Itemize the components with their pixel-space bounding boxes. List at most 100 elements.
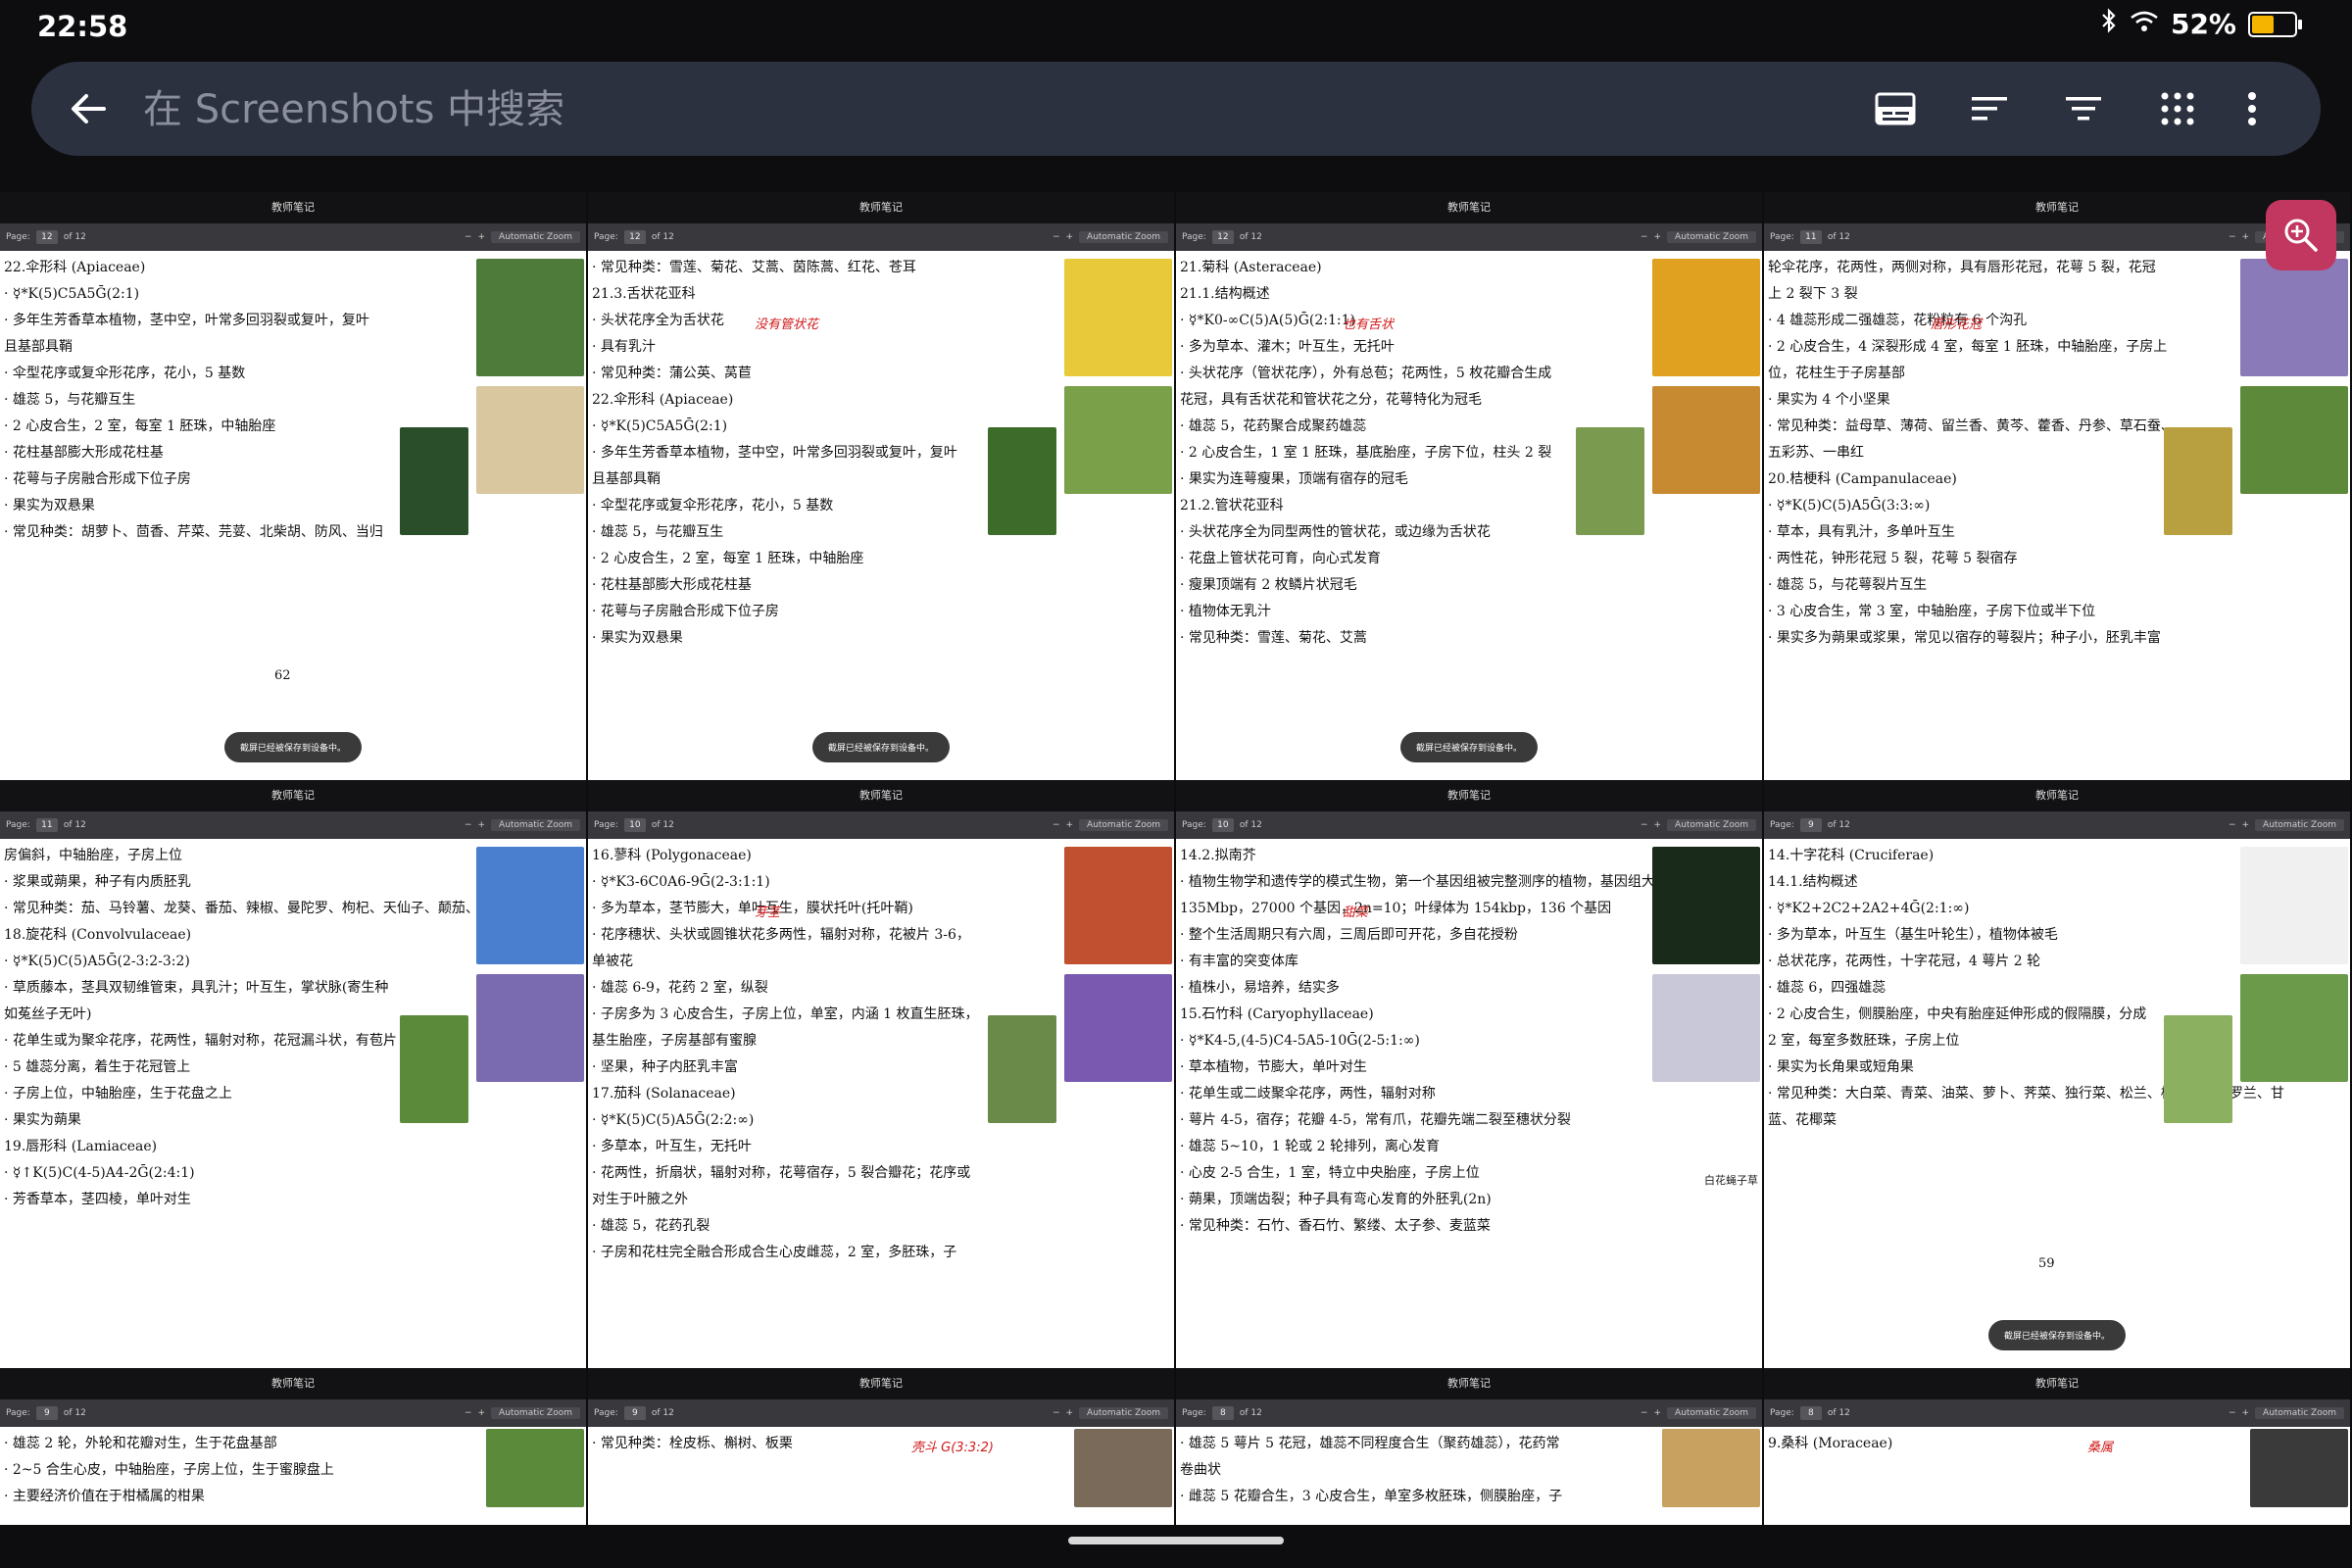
page-label: Page:: [1182, 1408, 1206, 1418]
page-number-field: 11: [1799, 230, 1822, 244]
document-line: · 常见种类：胡萝卜、茴香、芹菜、芫荽、北柴胡、防风、当归: [4, 524, 383, 540]
page-number-field: 9: [1799, 818, 1822, 832]
back-arrow-icon[interactable]: [65, 85, 112, 132]
subtitles-icon[interactable]: [1870, 83, 1921, 134]
page-label: Page:: [594, 1408, 618, 1418]
illustration: [2164, 427, 2232, 535]
pdf-toolbar: Page: 12 of 12 − + Automatic Zoom: [1176, 223, 1762, 251]
document-line: · 雄蕊 5，花药孔裂: [592, 1218, 710, 1234]
pdf-toolbar: Page: 8 of 12 − + Automatic Zoom: [1764, 1399, 2350, 1427]
zoom-out-icon: −: [1052, 820, 1060, 830]
zoom-select: Automatic Zoom: [1079, 1407, 1168, 1419]
zoom-select: Automatic Zoom: [491, 1407, 580, 1419]
document-line: 对生于叶腋之外: [592, 1192, 688, 1207]
screenshot-thumbnail[interactable]: 教师笔记 Page: 12 of 12− + Automatic Zoom 22.伞形科 (…: [0, 192, 588, 780]
document-line: · 植物体无乳汁: [1180, 604, 1271, 619]
page-number: 59: [2038, 1256, 2055, 1271]
document-line: · 蒴果，顶端齿裂；种子具有弯心发育的外胚乳(2n): [1180, 1192, 1492, 1207]
document-line: · 2 心皮合生，2 室，每室 1 胚珠，中轴胎座: [592, 551, 864, 566]
page-number-field: 9: [623, 1406, 646, 1420]
illustration: [988, 1015, 1056, 1123]
document-line: · 常见种类：雪莲、菊花、艾蒿: [1180, 630, 1367, 646]
document-line: · ☿*K(5)C(5)A5Ḡ(2:2:∞): [592, 1112, 755, 1128]
screenshot-thumbnail[interactable]: 教师笔记 Page: 12 of 12− + Automatic Zoom · 常见种类：雪…: [588, 192, 1176, 780]
illustration: [1064, 386, 1172, 494]
save-toast: 截屏已经被保存到设备中。: [1399, 732, 1539, 762]
filter-icon[interactable]: [2058, 83, 2109, 134]
page-label: Page:: [6, 1408, 30, 1418]
page-number-field: 8: [1211, 1406, 1234, 1420]
illustration: [1652, 974, 1760, 1082]
page-label: Page:: [1182, 820, 1206, 830]
illustration: [2240, 259, 2348, 376]
document-line: · 雄蕊 5~10，1 轮或 2 轮排列，离心发育: [1180, 1139, 1440, 1154]
document-line: · 两性花，钟形花冠 5 裂，花萼 5 裂宿存: [1768, 551, 2018, 566]
document-line: · 果实多为蒴果或浆果，常见以宿存的萼裂片；种子小，胚乳丰富: [1768, 630, 2161, 646]
screenshot-thumbnail[interactable]: 教师笔记 Page: 10 of 12− + Automatic Zoom 14.2.拟南芥…: [1176, 780, 1764, 1368]
zoom-in-small-icon: +: [2241, 1408, 2250, 1418]
screenshot-thumbnail[interactable]: 教师笔记 Page: 8 of 12− + Automatic Zoom · 雄蕊 5 萼片…: [1176, 1368, 1764, 1525]
pdf-toolbar: Page: 12 of 12 − + Automatic Zoom: [0, 223, 586, 251]
page-label: Page:: [1770, 820, 1794, 830]
document-line: · 萼片 4-5，宿存；花瓣 4-5，常有爪，花瓣先端二裂至穗状分裂: [1180, 1112, 1571, 1128]
screenshot-thumbnail[interactable]: 教师笔记 Page: 9 of 12− + Automatic Zoom · 雄蕊 2 轮，…: [0, 1368, 588, 1525]
screenshot-thumbnail[interactable]: 教师笔记 Page: 8 of 12− + Automatic Zoom 9.桑科 (Mor…: [1764, 1368, 2352, 1525]
page-count: of 12: [63, 1408, 86, 1418]
zoom-select: Automatic Zoom: [2255, 1407, 2344, 1419]
handwritten-note: 没有管状花: [755, 318, 819, 332]
page-count: of 12: [63, 820, 86, 830]
status-icons: 52%: [2100, 8, 2302, 40]
document-line: · 芳香草本，茎四棱，单叶对生: [4, 1192, 191, 1207]
screenshot-thumbnail[interactable]: 教师笔记 Page: 9 of 12− + Automatic Zoom 14.十字花科 (…: [1764, 780, 2352, 1368]
page-label: Page:: [1770, 232, 1794, 242]
page-number-field: 12: [623, 230, 646, 244]
sort-icon[interactable]: [1964, 83, 2015, 134]
document-line: 19.唇形科 (Lamiaceae): [4, 1139, 158, 1154]
screenshot-thumbnail[interactable]: 教师笔记 Page: 12 of 12− + Automatic Zoom 21.菊科 (A…: [1176, 192, 1764, 780]
illustration: [1064, 974, 1172, 1082]
illustration: [476, 259, 584, 376]
screenshot-thumbnail[interactable]: 教师笔记Page:11of 12−+Automatic Zoom轮伞花序，花两性…: [1764, 192, 2352, 780]
zoom-select: Automatic Zoom: [491, 819, 580, 831]
page-count: of 12: [1239, 820, 1262, 830]
zoom-in-small-icon: +: [1653, 1408, 1662, 1418]
zoom-in-small-icon: +: [477, 1408, 486, 1418]
zoom-in-icon: [2284, 219, 2318, 252]
zoom-in-small-icon: +: [1065, 232, 1074, 242]
illustration: [476, 847, 584, 964]
screenshot-thumbnail[interactable]: 教师笔记 Page: 11 of 12− + Automatic Zoom 房偏斜，中轴胎座…: [0, 780, 588, 1368]
screenshot-thumbnail[interactable]: 教师笔记 Page: 10 of 12− + Automatic Zoom 16.蓼科 (P…: [588, 780, 1176, 1368]
document-line: · 雄蕊 5，与花萼裂片互生: [1768, 577, 1928, 593]
illustration: [2240, 386, 2348, 494]
document-line: · 花萼与子房融合形成下位子房: [592, 604, 779, 619]
zoom-in-small-icon: +: [477, 820, 486, 830]
search-input[interactable]: [141, 83, 1027, 136]
document-line: · 心皮 2-5 合生，1 室，特立中央胎座，子房上位: [1180, 1165, 1480, 1181]
document-line: · 果实为双悬果: [592, 630, 683, 646]
pdf-toolbar: Page: 10 of 12 − + Automatic Zoom: [588, 811, 1174, 839]
document-line: · 瘦果顶端有 2 枚鳞片状冠毛: [1180, 577, 1357, 593]
app-title: 教师笔记: [1176, 1368, 1762, 1399]
home-indicator[interactable]: [1068, 1537, 1284, 1544]
zoom-in-small-icon: +: [1653, 820, 1662, 830]
zoom-in-small-icon: +: [2241, 232, 2250, 242]
page-label: Page:: [6, 232, 30, 242]
page-number: 62: [274, 668, 291, 683]
page-number-field: 12: [35, 230, 58, 244]
handwritten-note: 甜菜: [1343, 906, 1369, 920]
document-line: · 果实为蒴果: [4, 1112, 81, 1128]
page-label: Page:: [594, 232, 618, 242]
document-line: · 子房和花柱完全融合形成合生心皮雌蕊，2 室，多胚珠，子: [592, 1245, 957, 1260]
page-number-field: 12: [1211, 230, 1234, 244]
more-vert-icon[interactable]: [2227, 83, 2278, 134]
zoom-out-icon: −: [1052, 232, 1060, 242]
app-title: 教师笔记: [0, 1368, 586, 1399]
zoom-out-icon: −: [1052, 1408, 1060, 1418]
screenshot-thumbnail[interactable]: 教师笔记 Page: 9 of 12− + Automatic Zoom · 常见种类：栓皮…: [588, 1368, 1176, 1525]
app-title: 教师笔记: [1764, 192, 2350, 223]
zoom-select: Automatic Zoom: [1667, 231, 1756, 243]
grid-view-icon[interactable]: [2152, 83, 2203, 134]
illustration: [2240, 974, 2348, 1082]
zoom-in-button[interactable]: [2266, 200, 2336, 270]
page-number-field: 9: [35, 1406, 58, 1420]
